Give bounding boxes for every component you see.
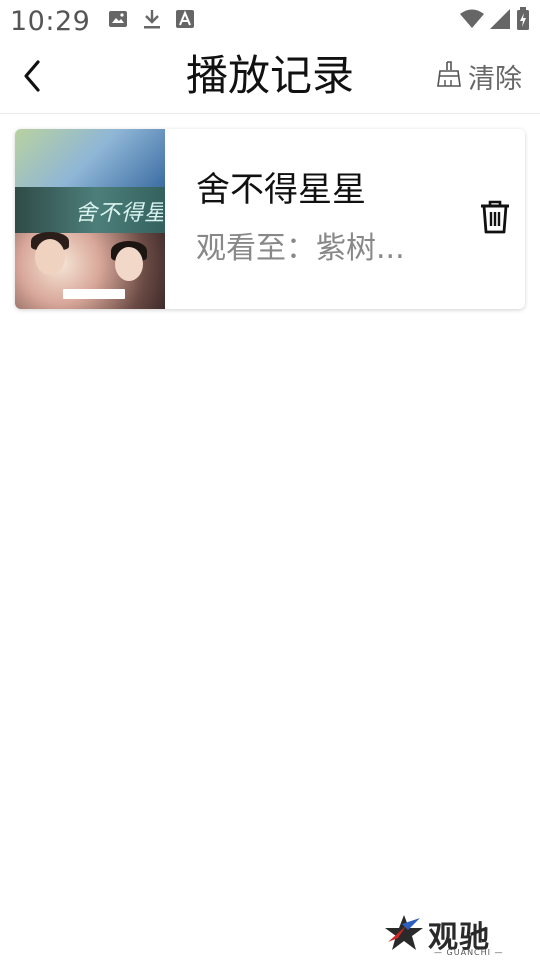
history-item-title: 舍不得星星 bbox=[196, 170, 366, 210]
status-time: 10:29 bbox=[10, 5, 91, 37]
poster-top-scene bbox=[15, 129, 165, 187]
wifi-icon bbox=[460, 9, 484, 33]
drama-poster-thumbnail[interactable]: 舍不得星星 bbox=[15, 129, 165, 309]
notification-icons bbox=[108, 8, 195, 34]
system-icons bbox=[460, 7, 530, 35]
status-bar: 10:29 bbox=[0, 0, 540, 42]
star-logo-icon bbox=[384, 914, 424, 956]
signal-icon bbox=[490, 9, 510, 33]
poster-figure-face bbox=[115, 247, 143, 281]
history-item-progress: 观看至：紫树... bbox=[196, 231, 405, 266]
broom-icon bbox=[436, 60, 462, 92]
font-app-icon bbox=[176, 10, 195, 32]
delete-history-button[interactable] bbox=[475, 199, 515, 239]
watermark-logo: 观驰 — GUANCHI — bbox=[384, 912, 504, 960]
poster-caption-band bbox=[63, 289, 125, 299]
poster-title-script: 舍不得星星 bbox=[75, 201, 163, 225]
clear-history-button[interactable]: 清除 bbox=[436, 56, 522, 96]
app-header: 播放记录 清除 bbox=[0, 42, 540, 114]
clear-label: 清除 bbox=[468, 63, 522, 95]
watermark-subtext: — GUANCHI — bbox=[434, 948, 504, 957]
battery-icon bbox=[516, 7, 530, 35]
trash-icon bbox=[480, 200, 510, 238]
history-item[interactable]: 舍不得星星 舍不得星星 观看至：紫树... bbox=[15, 129, 525, 309]
image-icon bbox=[108, 9, 128, 33]
poster-figure-face bbox=[35, 239, 65, 275]
play-history-screen: 10:29 播放记录 清除 舍不得 舍不得星星 观看至：紫树... 观驰 — G… bbox=[0, 0, 540, 960]
download-icon bbox=[142, 8, 162, 34]
